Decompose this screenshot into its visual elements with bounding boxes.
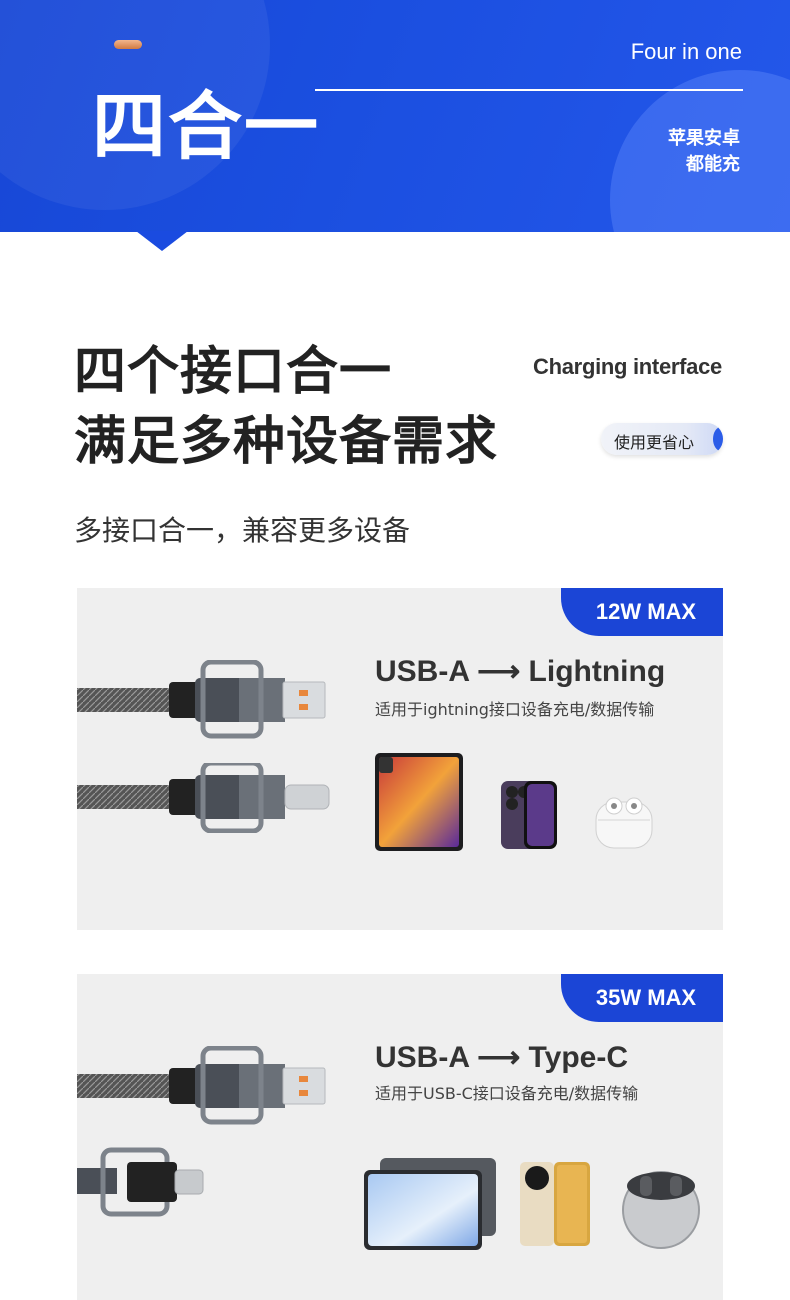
- banner-subtitle-line1: 苹果安卓: [668, 128, 740, 149]
- phone-icon: [501, 781, 557, 849]
- card-title: USB-A ⟶ Lightning: [375, 655, 666, 688]
- tablet-icon: [375, 753, 463, 851]
- banner-notch: [136, 231, 188, 251]
- section-heading-line1: 四个接口合一: [74, 342, 393, 402]
- card-description: 适用于ightning接口设备充电/数据传输: [375, 700, 655, 719]
- feature-tag: 使用更省心: [601, 423, 723, 455]
- banner-subtitle-line2: 都能充: [686, 154, 740, 175]
- charging-interface-label: Charging interface: [533, 354, 722, 379]
- phone-icon: [520, 1162, 590, 1246]
- earbuds-icon: [595, 797, 653, 849]
- card-title: USB-A ⟶ Type-C: [375, 1041, 629, 1074]
- earbuds-icon: [622, 1171, 700, 1249]
- card-description: 适用于USB-C接口设备充电/数据传输: [375, 1084, 639, 1103]
- banner-title: 四合一: [92, 84, 320, 170]
- header-banner: 四合一 Four in one 苹果安卓 都能充: [0, 0, 790, 232]
- product-card-type-c: 35W MAX USB-A ⟶ Type-C 适用于USB-C接口设备充电/数据…: [77, 974, 723, 1300]
- pill-decoration: [114, 40, 142, 49]
- feature-tag-label: 使用更省心: [614, 433, 695, 452]
- type-c-cable-icon: [77, 1147, 204, 1217]
- power-badge: 35W MAX: [561, 974, 723, 1022]
- section-heading-line2: 满足多种设备需求: [74, 412, 499, 472]
- lightning-cable-icon: [77, 763, 330, 833]
- banner-subtitle-en: Four in one: [630, 39, 742, 64]
- tablet-icon: [364, 1158, 496, 1250]
- section-description: 多接口合一，兼容更多设备: [74, 514, 411, 547]
- tag-dot-icon: [713, 427, 723, 451]
- power-badge: 12W MAX: [561, 588, 723, 636]
- divider: [315, 89, 743, 91]
- usb-a-cable-icon: [77, 660, 326, 739]
- usb-a-cable-icon: [77, 1046, 326, 1125]
- product-card-lightning: 12W MAX USB-A ⟶ Lightning 适用于ightning接口设…: [77, 588, 723, 930]
